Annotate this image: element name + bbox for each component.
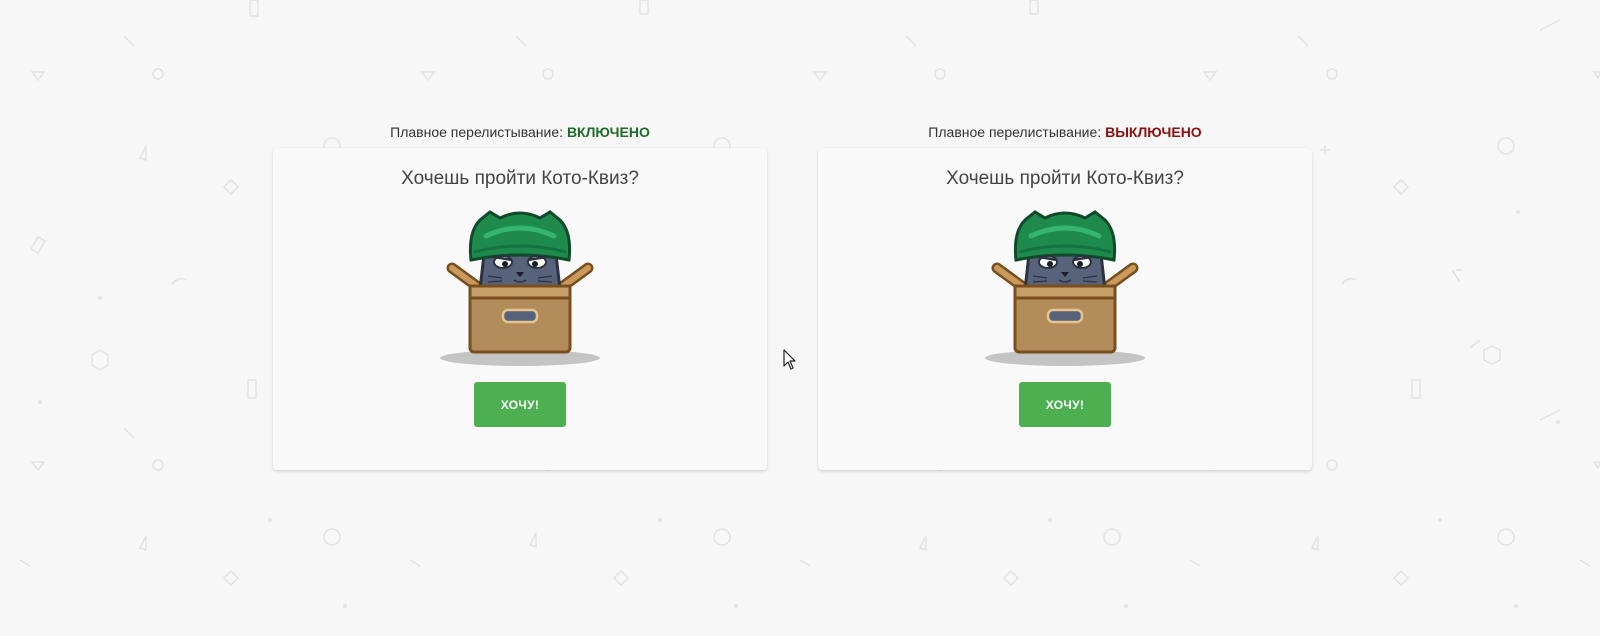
panel-smooth-scroll-on: Плавное перелистывание: ВКЛЮЧЕНО Хочешь … [273,120,767,470]
panel-smooth-scroll-off: Плавное перелистывание: ВЫКЛЮЧЕНО Хочешь… [818,120,1312,470]
status-line: Плавное перелистывание: ВКЛЮЧЕНО [273,120,767,144]
card-title: Хочешь пройти Кото-Квиз? [946,168,1184,189]
cat-in-box-with-helmet-icon [985,210,1145,366]
background-pattern [19,0,1600,608]
quiz-card: Хочешь пройти Кото-Квиз? ХОЧУ! [273,148,767,470]
card-title: Хочешь пройти Кото-Квиз? [401,168,639,189]
cat-in-box-with-helmet-icon [440,210,600,366]
status-label: Плавное перелистывание: [928,124,1102,140]
status-value-on: ВКЛЮЧЕНО [566,124,650,140]
status-value-off: ВЫКЛЮЧЕНО [1105,124,1202,140]
want-quiz-button[interactable]: ХОЧУ! [474,382,566,427]
status-line: Плавное перелистывание: ВЫКЛЮЧЕНО [818,120,1312,144]
quiz-card: Хочешь пройти Кото-Квиз? ХОЧУ! [818,148,1312,470]
want-quiz-button[interactable]: ХОЧУ! [1019,382,1111,427]
mouse-cursor-icon [783,349,796,370]
status-label: Плавное перелистывание: [390,124,564,140]
